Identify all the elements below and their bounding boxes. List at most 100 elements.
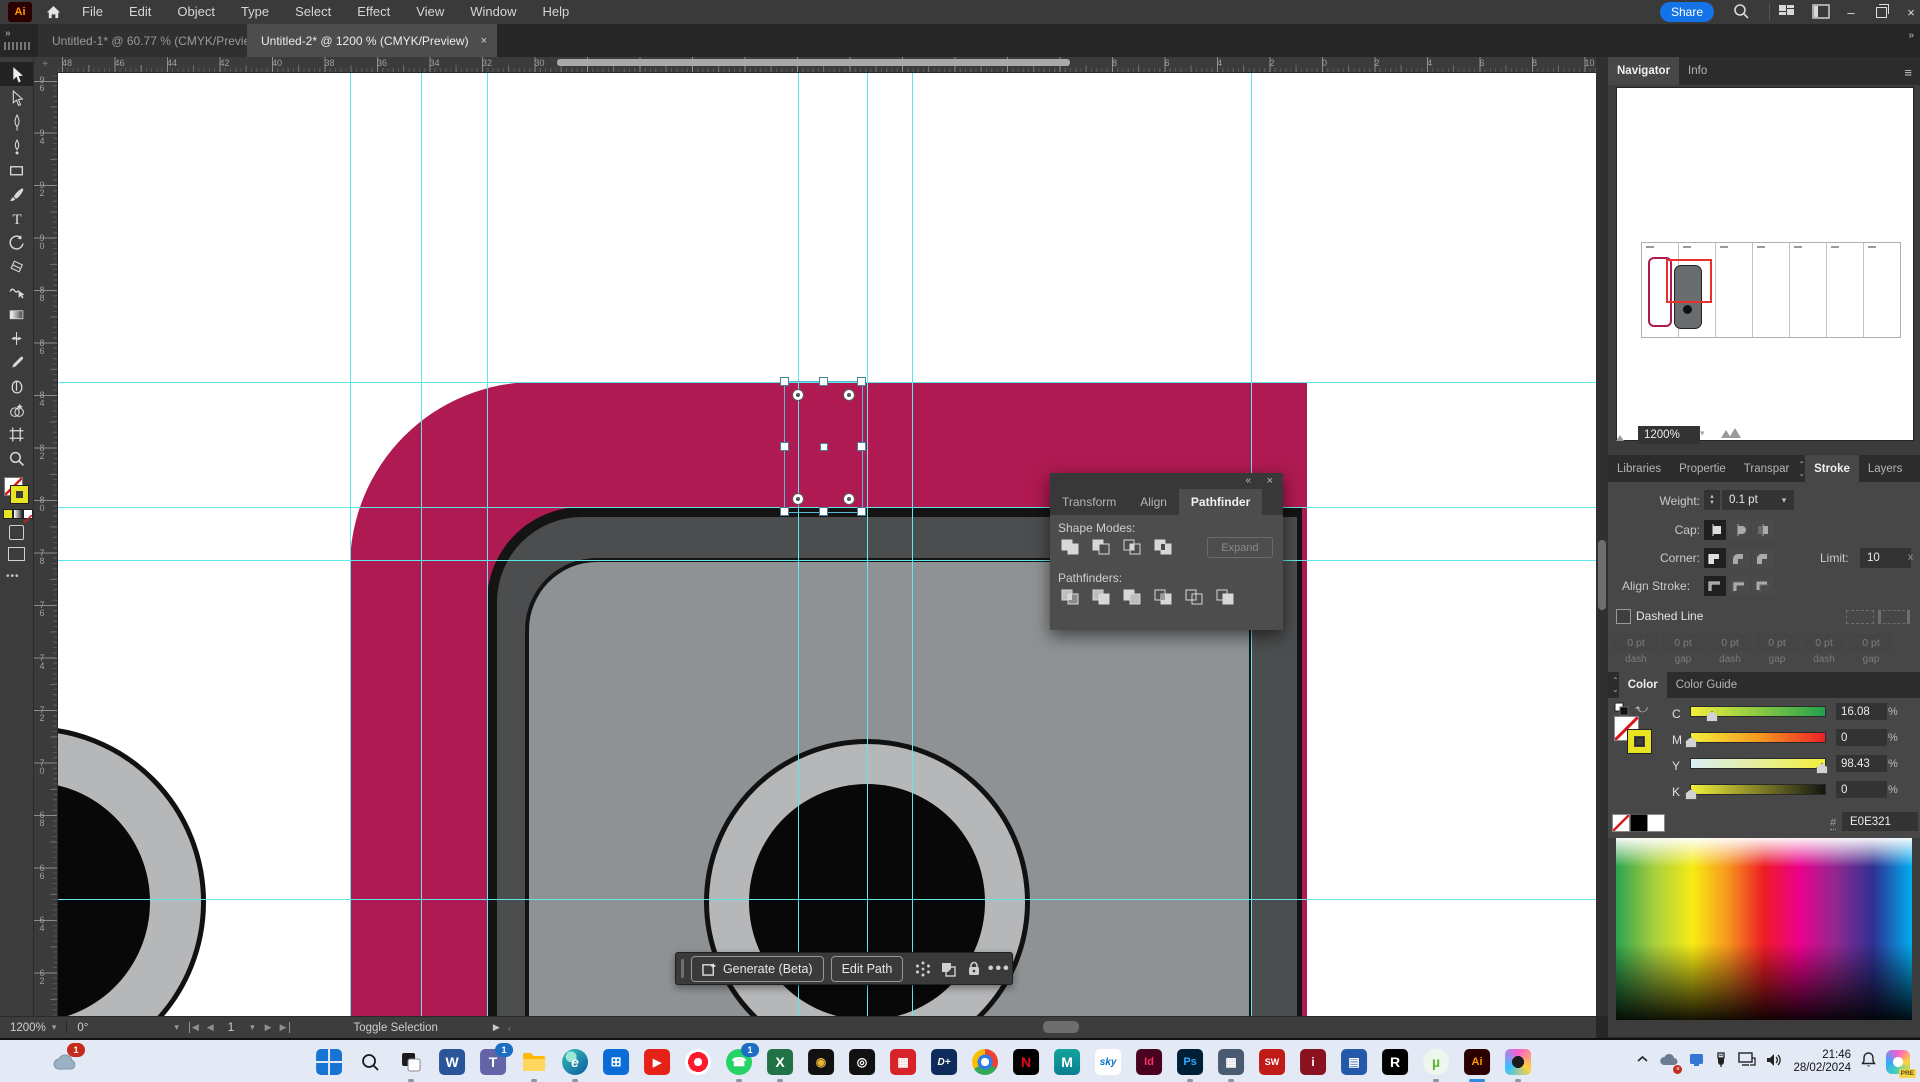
align-outside-button[interactable] — [1752, 576, 1774, 596]
vertical-scrollbar[interactable] — [1596, 57, 1608, 1016]
lock-icon[interactable] — [961, 957, 986, 981]
notification-bell-icon[interactable] — [1861, 1052, 1876, 1073]
onedrive-status-icon[interactable]: × — [1659, 1053, 1679, 1072]
menu-edit[interactable]: Edit — [116, 0, 164, 24]
last-artboard-icon[interactable]: ▶ — [280, 1022, 290, 1033]
merge-button[interactable] — [1120, 587, 1144, 607]
tab-navigator[interactable]: Navigator — [1608, 57, 1679, 85]
search-icon[interactable] — [1732, 2, 1750, 25]
tab-stroke[interactable]: Stroke — [1805, 455, 1859, 482]
arrange-documents-icon[interactable] — [1778, 4, 1795, 24]
previous-artboard-icon[interactable]: ◀ — [207, 1022, 214, 1033]
slider-track-Y[interactable] — [1690, 758, 1826, 769]
value-field-M[interactable]: 0 — [1836, 729, 1887, 746]
scanner-icon[interactable]: ▤ — [1341, 1049, 1367, 1075]
canvas[interactable] — [57, 72, 1596, 1016]
excel-icon[interactable]: X — [767, 1049, 793, 1075]
type-tool[interactable]: T — [0, 206, 33, 230]
opera-icon[interactable] — [685, 1049, 711, 1075]
app-black-1-icon[interactable]: ◉ — [808, 1049, 834, 1075]
guide-horizontal[interactable] — [57, 560, 1596, 561]
selection-handle[interactable] — [857, 507, 866, 516]
preserve-dash-icon[interactable] — [1846, 610, 1874, 624]
rotate-tool[interactable] — [0, 230, 33, 254]
indesign-icon[interactable]: Id — [1136, 1049, 1162, 1075]
round-cap-button[interactable] — [1728, 520, 1750, 540]
close-button[interactable]: × — [1896, 0, 1920, 24]
eyedropper-tool[interactable] — [0, 350, 33, 374]
guide-horizontal[interactable] — [57, 899, 1596, 900]
sky-icon[interactable]: sky — [1095, 1049, 1121, 1075]
rotation-value[interactable]: 0° — [77, 1022, 88, 1034]
whatsapp-icon[interactable]: ☎1 — [726, 1049, 752, 1075]
tab-transparency[interactable]: Transpar — [1735, 455, 1799, 482]
search-icon[interactable] — [357, 1049, 383, 1075]
solidworks-icon[interactable]: SW — [1259, 1049, 1285, 1075]
guide-vertical[interactable] — [912, 72, 913, 1016]
tab-libraries[interactable]: Libraries — [1608, 455, 1670, 482]
minus-back-button[interactable] — [1213, 587, 1237, 607]
calculator-icon[interactable]: ▦ — [1218, 1049, 1244, 1075]
display-cast-icon[interactable] — [1738, 1052, 1756, 1072]
corner-radius-widget[interactable] — [843, 493, 855, 505]
expand-button[interactable]: Expand — [1207, 537, 1273, 558]
shaper-tool[interactable] — [0, 278, 33, 302]
menu-effect[interactable]: Effect — [344, 0, 403, 24]
artboard-dropdown-icon[interactable]: ▾ — [250, 1022, 255, 1033]
tab-color[interactable]: Color — [1619, 672, 1667, 698]
edge-icon[interactable]: e — [562, 1049, 588, 1075]
rectangle-tool[interactable] — [0, 158, 33, 182]
none-mode-button[interactable] — [23, 509, 33, 519]
next-artboard-icon[interactable]: ▶ — [265, 1022, 272, 1033]
width-tool[interactable] — [0, 326, 33, 350]
exclude-button[interactable] — [1151, 537, 1175, 557]
paintbrush-tool[interactable] — [0, 182, 33, 206]
teams-status-icon[interactable] — [1689, 1052, 1704, 1072]
panel-collapse-icon[interactable]: « — [1245, 475, 1251, 486]
minus-front-button[interactable] — [1089, 537, 1113, 557]
guide-vertical[interactable] — [421, 72, 422, 1016]
selection-handle[interactable] — [819, 507, 828, 516]
utorrent-icon[interactable]: µ — [1423, 1049, 1449, 1075]
projecting-cap-button[interactable] — [1752, 520, 1774, 540]
photoshop-icon[interactable]: Ps — [1177, 1049, 1203, 1075]
zoom-level[interactable]: 1200% — [10, 1022, 46, 1034]
tab-transform[interactable]: Transform — [1050, 489, 1128, 515]
zoom-dropdown-icon[interactable]: ▾ — [52, 1022, 57, 1033]
maya-icon[interactable]: M — [1054, 1049, 1080, 1075]
guide-vertical[interactable] — [867, 72, 868, 1016]
disney-plus-icon[interactable]: D+ — [931, 1049, 957, 1075]
corner-radius-widget[interactable] — [792, 389, 804, 401]
outline-button[interactable] — [1182, 587, 1206, 607]
unite-button[interactable] — [1058, 537, 1082, 557]
more-options-icon[interactable]: ••• — [987, 957, 1012, 981]
align-center-button[interactable] — [1704, 576, 1726, 596]
divide-button[interactable] — [1058, 587, 1082, 607]
scroll-left-icon[interactable]: ‹ — [508, 1023, 511, 1033]
navigator-preview[interactable] — [1616, 87, 1914, 441]
dash-field[interactable]: 0 pt — [1708, 634, 1752, 651]
first-artboard-icon[interactable]: ◀ — [189, 1022, 199, 1033]
menu-window[interactable]: Window — [457, 0, 529, 24]
pen-tool[interactable] — [0, 110, 33, 134]
butt-cap-button[interactable] — [1704, 520, 1726, 540]
tab-properties[interactable]: Propertie — [1670, 455, 1735, 482]
selection-handle[interactable] — [857, 442, 866, 451]
guide-vertical[interactable] — [798, 72, 799, 1016]
menu-type[interactable]: Type — [228, 0, 282, 24]
trim-button[interactable] — [1089, 587, 1113, 607]
taskbar-clock[interactable]: 21:46 28/02/2024 — [1793, 1049, 1851, 1075]
dash-field[interactable]: 0 pt — [1755, 634, 1799, 651]
store-icon[interactable]: ⊞ — [603, 1049, 629, 1075]
artboard-tool[interactable] — [0, 422, 33, 446]
guide-vertical[interactable] — [487, 72, 488, 1016]
dash-field[interactable]: 0 pt — [1614, 634, 1658, 651]
zoom-tool[interactable] — [0, 446, 33, 470]
value-field-C[interactable]: 16.08 — [1836, 703, 1887, 720]
toolbar-collapse-icon[interactable]: » — [5, 28, 11, 39]
color-mode-button[interactable] — [3, 509, 13, 519]
stroke-swatch-active[interactable] — [1628, 730, 1651, 753]
swap-fill-stroke-icon[interactable]: ⤸ — [1634, 706, 1649, 713]
minimize-button[interactable]: – — [1836, 0, 1866, 24]
corner-radius-widget[interactable] — [843, 389, 855, 401]
